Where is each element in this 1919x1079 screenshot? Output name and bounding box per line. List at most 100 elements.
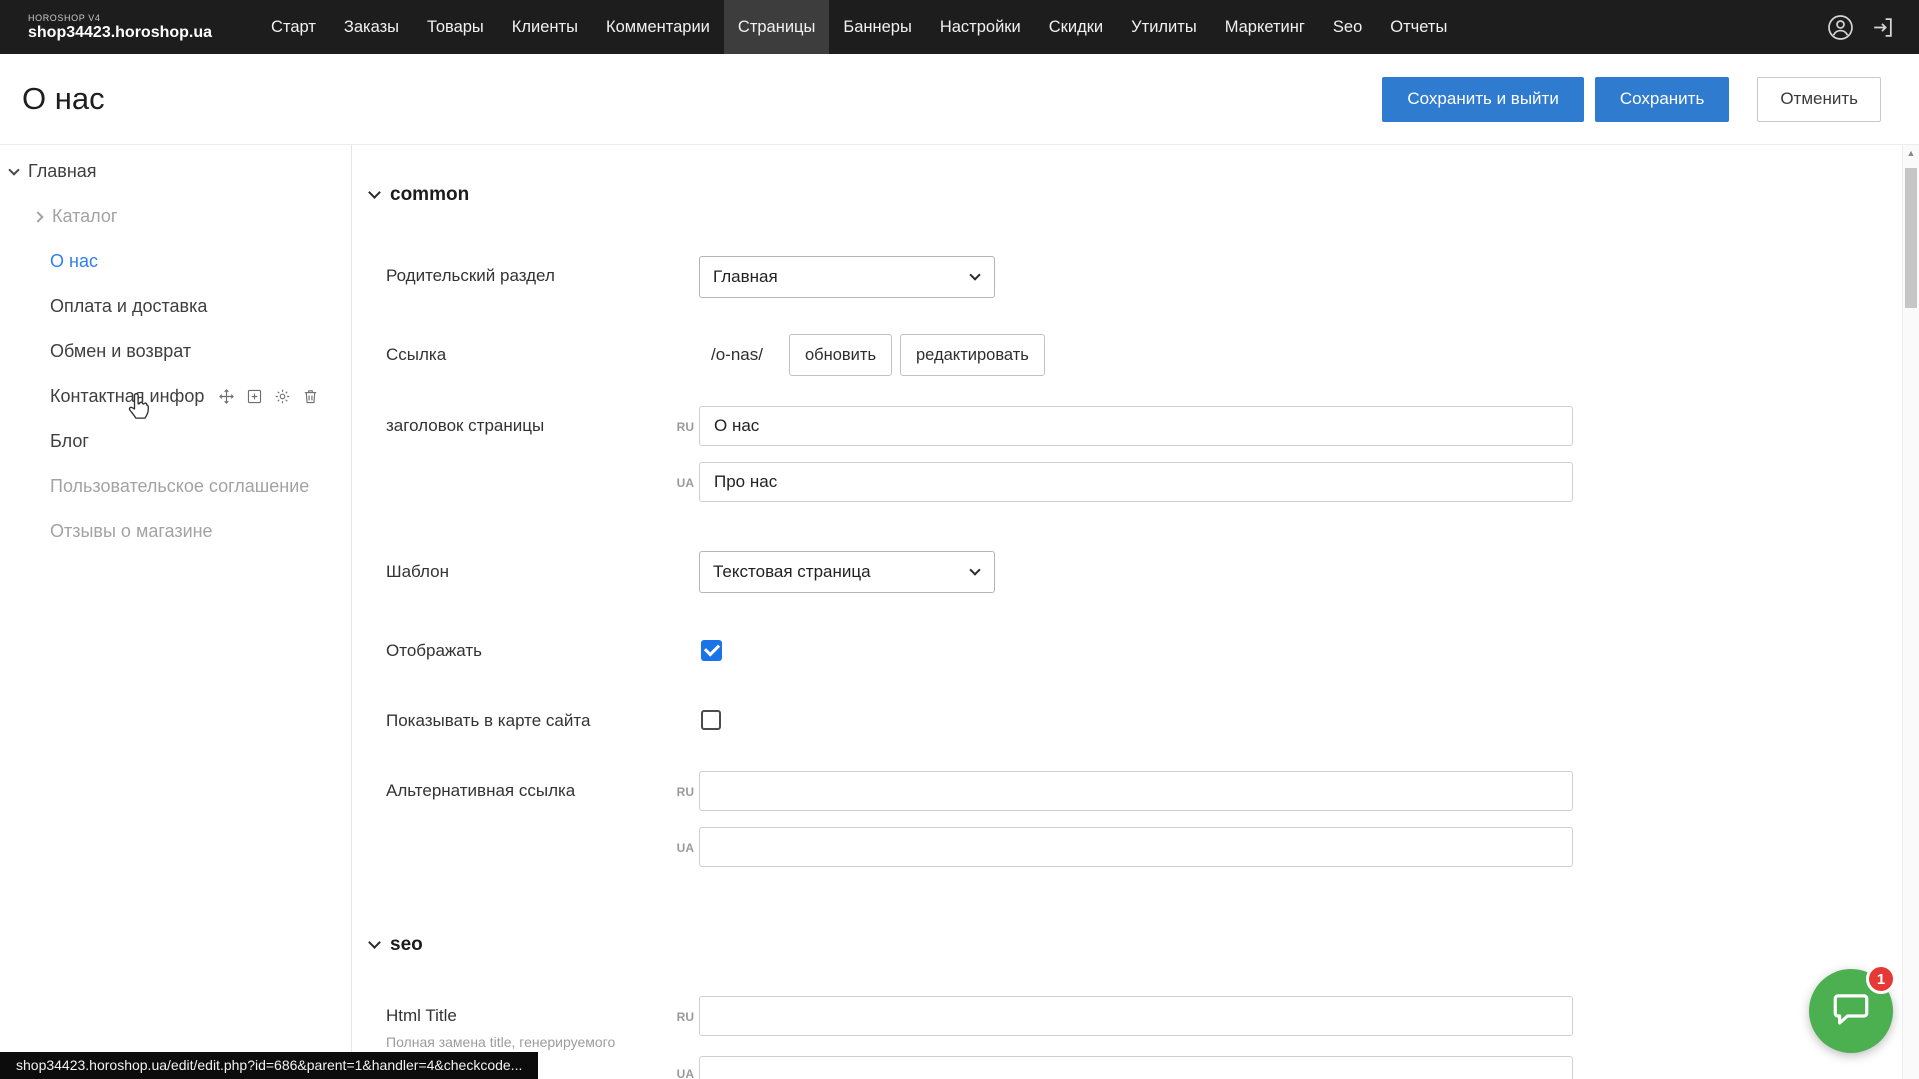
section-title: seo (390, 934, 423, 956)
chevron-down-icon[interactable] (8, 164, 19, 175)
sidebar-item-blog[interactable]: Блог (0, 419, 351, 464)
lang-tag-ua: UA (652, 476, 694, 490)
lang-tag-ru: RU (652, 1010, 694, 1024)
cancel-button[interactable]: Отменить (1757, 77, 1881, 122)
sidebar-item-label: Блог (50, 431, 89, 452)
sidebar-item-label: Контактная инфор (50, 386, 204, 407)
nav-discounts[interactable]: Скидки (1035, 0, 1117, 54)
link-path: /o-nas/ (711, 345, 763, 365)
page-title: О нас (22, 81, 105, 117)
status-url: shop34423.horoshop.ua/edit/edit.php?id=6… (0, 1052, 538, 1079)
lang-tag-ru: RU (652, 785, 694, 799)
nav-pages[interactable]: Страницы (724, 0, 829, 54)
sidebar-item-user-agreement[interactable]: Пользовательское соглашение (0, 464, 351, 509)
page-heading-ru-input[interactable] (699, 406, 1573, 446)
top-nav: Старт Заказы Товары Клиенты Комментарии … (257, 0, 1461, 54)
page-heading-label: заголовок страницы (386, 416, 544, 436)
html-title-label: Html Title (386, 1006, 457, 1026)
template-select[interactable]: Текстовая страница (699, 551, 995, 593)
nav-start[interactable]: Старт (257, 0, 330, 54)
trash-icon[interactable] (302, 388, 319, 405)
nav-orders[interactable]: Заказы (330, 0, 413, 54)
logout-icon[interactable] (1870, 15, 1895, 40)
nav-marketing[interactable]: Маркетинг (1211, 0, 1319, 54)
display-label: Отображать (386, 641, 482, 661)
nav-products[interactable]: Товары (413, 0, 498, 54)
alt-link-label: Альтернативная ссылка (386, 781, 575, 801)
sidebar-item-payment-delivery[interactable]: Оплата и доставка (0, 284, 351, 329)
parent-section-label: Родительский раздел (386, 266, 555, 286)
section-title: common (390, 184, 469, 206)
nav-comments[interactable]: Комментарии (592, 0, 724, 54)
brand-logo[interactable]: HOROSHOP V4 shop34423.horoshop.ua (28, 13, 212, 42)
sidebar-item-label: Каталог (52, 206, 117, 227)
html-title-hint: Полная замена title, генерируемого (386, 1034, 615, 1050)
sidebar-item-label: Главная (28, 161, 97, 182)
link-refresh-button[interactable]: обновить (789, 334, 892, 376)
move-icon[interactable] (218, 388, 235, 405)
save-button[interactable]: Сохранить (1595, 77, 1729, 122)
nav-utilities[interactable]: Утилиты (1117, 0, 1211, 54)
html-title-ru-input[interactable] (699, 996, 1573, 1036)
nav-banners[interactable]: Баннеры (829, 0, 925, 54)
content: Главная Каталог О нас Оплата и доставка … (0, 144, 1919, 1079)
sidebar-item-about[interactable]: О нас (0, 239, 351, 284)
sidebar-item-label: Отзывы о магазине (50, 521, 213, 542)
sidebar-item-contact-info[interactable]: Контактная инфор (0, 374, 351, 419)
sidebar-item-label: Обмен и возврат (50, 341, 191, 362)
scrollbar[interactable]: ▲ (1902, 144, 1919, 1079)
chevron-down-icon (368, 936, 381, 949)
nav-settings[interactable]: Настройки (926, 0, 1035, 54)
chat-bubble-icon (1830, 988, 1872, 1035)
link-edit-button[interactable]: редактировать (900, 334, 1045, 376)
brand-version: HOROSHOP V4 (28, 13, 212, 23)
parent-section-select[interactable]: Главная (699, 256, 995, 298)
topbar: HOROSHOP V4 shop34423.horoshop.ua Старт … (0, 0, 1919, 54)
select-value: Текстовая страница (713, 562, 871, 582)
section-common[interactable]: common (370, 184, 469, 206)
page-edit-form: common Родительский раздел Главная Ссылк… (352, 144, 1919, 1079)
lang-tag-ru: RU (652, 420, 694, 434)
alt-link-ua-input[interactable] (699, 827, 1573, 867)
chevron-down-icon (969, 269, 980, 280)
sitemap-label: Показывать в карте сайта (386, 711, 590, 731)
nav-seo[interactable]: Seo (1319, 0, 1376, 54)
header-actions: Сохранить и выйти Сохранить Отменить (1382, 77, 1881, 122)
account-icon[interactable] (1827, 14, 1854, 41)
chat-unread-badge: 1 (1866, 964, 1896, 994)
pages-tree: Главная Каталог О нас Оплата и доставка … (0, 144, 352, 1079)
nav-reports[interactable]: Отчеты (1376, 0, 1461, 54)
sidebar-item-store-reviews[interactable]: Отзывы о магазине (0, 509, 351, 554)
sidebar-item-label: Оплата и доставка (50, 296, 207, 317)
lang-tag-ua: UA (652, 841, 694, 855)
chat-widget-button[interactable]: 1 (1809, 969, 1893, 1053)
alt-link-ru-input[interactable] (699, 771, 1573, 811)
page-header: О нас Сохранить и выйти Сохранить Отмени… (0, 54, 1919, 144)
scroll-thumb[interactable] (1905, 168, 1917, 308)
sidebar-item-exchange-return[interactable]: Обмен и возврат (0, 329, 351, 374)
section-seo[interactable]: seo (370, 934, 423, 956)
save-and-exit-button[interactable]: Сохранить и выйти (1382, 77, 1583, 122)
brand-domain: shop34423.horoshop.ua (28, 24, 212, 42)
chevron-down-icon (969, 564, 980, 575)
chevron-down-icon (368, 186, 381, 199)
sidebar-item-catalog[interactable]: Каталог (0, 194, 351, 239)
template-label: Шаблон (386, 562, 449, 582)
topbar-icons (1827, 14, 1895, 41)
nav-clients[interactable]: Клиенты (498, 0, 592, 54)
display-checkbox[interactable] (701, 640, 722, 661)
lang-tag-ua: UA (652, 1067, 694, 1079)
scroll-up-arrow-icon[interactable]: ▲ (1903, 144, 1919, 162)
add-page-icon[interactable] (246, 388, 263, 405)
sidebar-item-home[interactable]: Главная (0, 149, 351, 194)
sitemap-checkbox[interactable] (701, 710, 721, 730)
link-label: Ссылка (386, 345, 446, 365)
select-value: Главная (713, 267, 778, 287)
gear-icon[interactable] (274, 388, 291, 405)
row-hover-actions (218, 388, 319, 405)
page-heading-ua-input[interactable] (699, 462, 1573, 502)
chevron-right-icon[interactable] (32, 211, 43, 222)
sidebar-item-label: О нас (50, 251, 98, 272)
html-title-ua-input[interactable] (699, 1056, 1573, 1079)
sidebar-item-label: Пользовательское соглашение (50, 476, 309, 497)
